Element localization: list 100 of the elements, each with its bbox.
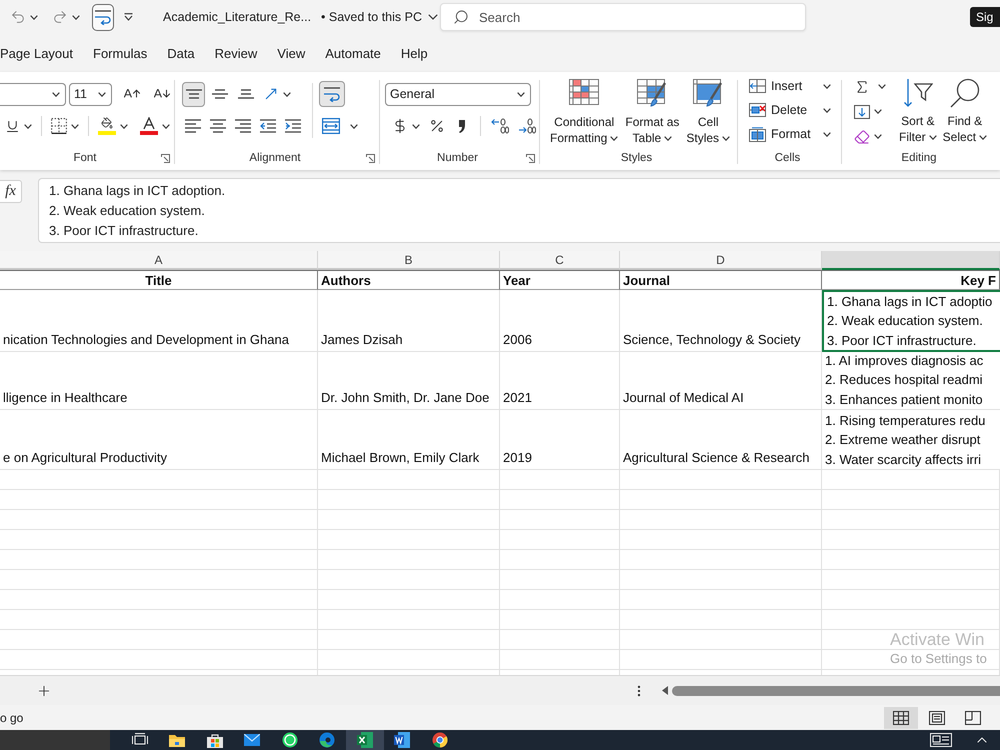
caret-icon	[878, 84, 886, 89]
empty-cell[interactable]	[318, 630, 500, 650]
empty-cell[interactable]	[500, 550, 620, 570]
empty-cell[interactable]	[822, 590, 1000, 610]
empty-cell[interactable]	[620, 490, 822, 510]
insert-function-button[interactable]: fx	[0, 180, 22, 203]
ribbon-tab[interactable]: Formulas	[93, 42, 148, 68]
taskbar-search-field[interactable]	[0, 730, 110, 750]
empty-cell[interactable]	[822, 650, 1000, 670]
empty-cell[interactable]	[500, 650, 620, 670]
empty-cell[interactable]	[822, 570, 1000, 590]
empty-cell[interactable]	[0, 630, 318, 650]
empty-cell[interactable]	[822, 550, 1000, 570]
empty-cell[interactable]	[318, 550, 500, 570]
dialog-launcher-icon	[366, 154, 375, 162]
wrap-quick-button[interactable]	[92, 4, 114, 30]
empty-cell[interactable]	[620, 650, 822, 670]
envelope-icon	[244, 734, 260, 746]
empty-cell[interactable]	[500, 490, 620, 510]
column-header[interactable]: B	[318, 251, 500, 270]
empty-cell[interactable]	[500, 590, 620, 610]
empty-cell[interactable]	[0, 470, 318, 490]
style-button[interactable]: Conditional Formatting	[548, 79, 620, 146]
wrap-text-button[interactable]	[319, 81, 345, 107]
sign-in-button[interactable]: Sig	[970, 7, 1000, 27]
launcher-button[interactable]	[366, 154, 375, 162]
cells-button[interactable]: Format	[747, 122, 833, 146]
empty-cell[interactable]	[318, 470, 500, 490]
table-cell[interactable]: 1. AI improves diagnosis ac 2. Reduces hospital readmi 3. Enhances patient monito	[822, 350, 1000, 410]
style-button[interactable]: Format as Table	[623, 79, 682, 146]
customize-button[interactable]	[122, 11, 136, 23]
cells-button[interactable]: Insert	[747, 74, 833, 98]
ribbon-tab[interactable]: Automate	[325, 42, 381, 68]
table-cell[interactable]: 1. Ghana lags in ICT adoptio 2. Weak education system. 3. Poor ICT infrastructure.	[822, 290, 1000, 352]
empty-cell[interactable]	[0, 510, 318, 530]
number-format-field[interactable]: General	[385, 82, 531, 106]
view-button[interactable]	[884, 706, 918, 728]
empty-cell[interactable]	[318, 510, 500, 530]
launcher-button[interactable]	[526, 154, 535, 162]
empty-cell[interactable]	[0, 650, 318, 670]
empty-cell[interactable]	[500, 630, 620, 650]
empty-cell[interactable]	[318, 590, 500, 610]
empty-cell[interactable]	[620, 610, 822, 630]
empty-cell[interactable]	[620, 630, 822, 650]
search-field[interactable]: Search	[440, 3, 806, 31]
empty-cell[interactable]	[822, 610, 1000, 630]
empty-cell[interactable]	[620, 510, 822, 530]
empty-cell[interactable]	[318, 530, 500, 550]
empty-cell[interactable]	[500, 510, 620, 530]
formula-field[interactable]: 1. Ghana lags in ICT adoption. 2. Weak education system. 3. Poor ICT infrastructure.	[38, 178, 1000, 243]
ribbon-tab[interactable]: Help	[400, 42, 428, 68]
launcher-button[interactable]	[161, 154, 170, 162]
taskbar-app-button[interactable]	[346, 730, 384, 750]
empty-cell[interactable]	[822, 490, 1000, 510]
empty-cell[interactable]	[500, 570, 620, 590]
caret-icon	[350, 124, 358, 128]
column-header[interactable]: C	[500, 251, 620, 270]
empty-cell[interactable]	[620, 530, 822, 550]
column-header[interactable]	[822, 251, 1000, 270]
save-status-button[interactable]: • Saved to this PC	[319, 10, 440, 24]
empty-cell[interactable]	[822, 510, 1000, 530]
empty-cell[interactable]	[620, 570, 822, 590]
ribbon-tab[interactable]: Data	[167, 42, 195, 68]
scroll-left-button[interactable]	[660, 684, 670, 697]
empty-cell[interactable]	[0, 490, 318, 510]
caret-icon	[928, 134, 937, 140]
cells-button[interactable]: Delete	[747, 98, 833, 122]
editing-button[interactable]: Find & Select	[940, 74, 990, 145]
empty-cell[interactable]	[620, 550, 822, 570]
column-header[interactable]: D	[620, 251, 822, 270]
table-cell[interactable]: 1. Rising temperatures redu 2. Extreme weather disrupt 3. Water scarcity affects irri	[822, 410, 1000, 470]
empty-cell[interactable]	[500, 530, 620, 550]
empty-cell[interactable]	[822, 470, 1000, 490]
percent-icon	[429, 118, 445, 134]
empty-cell[interactable]	[500, 610, 620, 630]
empty-cell[interactable]	[620, 590, 822, 610]
empty-cell[interactable]	[822, 530, 1000, 550]
empty-cell[interactable]	[620, 470, 822, 490]
empty-cell[interactable]	[0, 550, 318, 570]
empty-cell[interactable]	[0, 610, 318, 630]
caret-icon	[120, 124, 128, 128]
empty-cell[interactable]	[0, 590, 318, 610]
empty-cell[interactable]	[500, 470, 620, 490]
style-button[interactable]: Cell Styles	[684, 79, 732, 146]
empty-cell[interactable]	[822, 630, 1000, 650]
ribbon-tab[interactable]: Page Layout	[0, 42, 74, 68]
editing-button[interactable]: Sort & Filter	[897, 74, 939, 145]
empty-cell[interactable]	[318, 610, 500, 630]
empty-cell[interactable]	[318, 490, 500, 510]
font-name-field[interactable]	[0, 82, 66, 106]
caret-icon	[823, 84, 831, 88]
ribbon-tab[interactable]: Review	[214, 42, 258, 68]
column-header[interactable]: A	[0, 251, 318, 270]
font-size-field[interactable]: 11	[69, 82, 112, 106]
empty-cell[interactable]	[318, 650, 500, 670]
ribbon-tab[interactable]: View	[277, 42, 306, 68]
empty-cell[interactable]	[0, 570, 318, 590]
empty-cell[interactable]	[0, 530, 318, 550]
vertical-align-button[interactable]	[182, 82, 205, 106]
empty-cell[interactable]	[318, 570, 500, 590]
